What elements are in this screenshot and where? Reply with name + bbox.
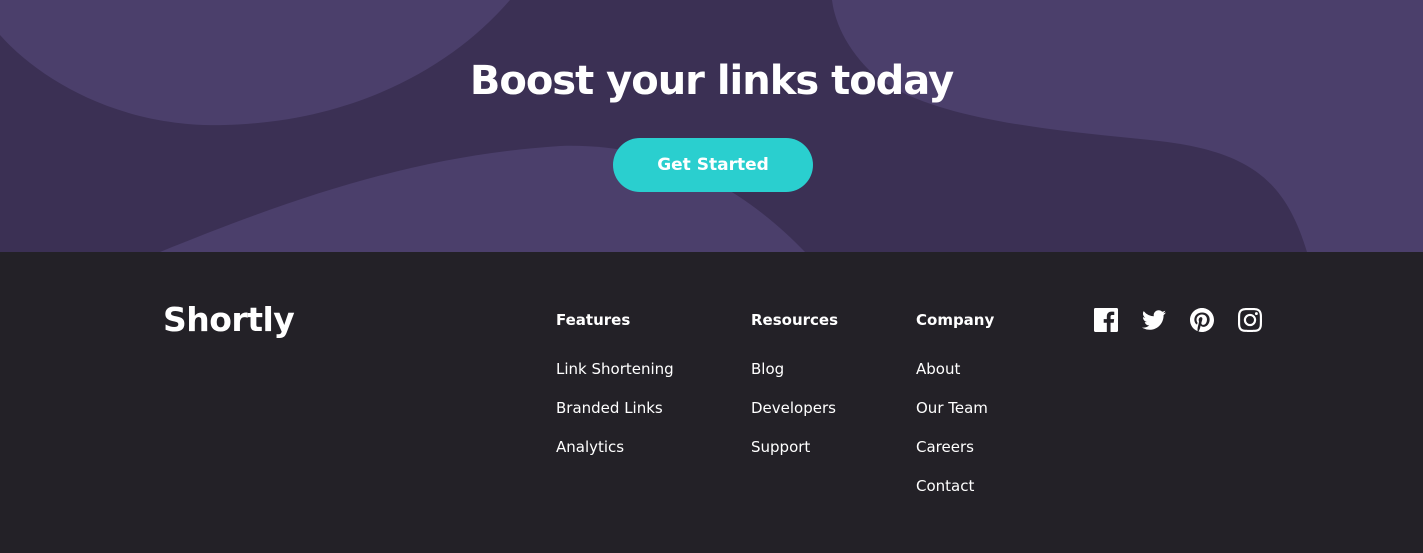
column-heading: Company (916, 311, 995, 329)
link-list: About Our Team Careers Contact (916, 359, 994, 515)
facebook-icon[interactable] (1094, 308, 1118, 332)
list-item: Branded Links (556, 398, 674, 437)
footer-link-developers[interactable]: Developers (751, 399, 836, 417)
footer-link-careers[interactable]: Careers (916, 438, 974, 456)
boost-section: Boost your links today Get Started (0, 0, 1423, 252)
instagram-icon[interactable] (1238, 308, 1262, 332)
boost-title: Boost your links today (469, 58, 954, 104)
column-heading: Resources (751, 311, 839, 329)
list-item: Developers (751, 398, 838, 437)
social-links (1094, 308, 1262, 332)
background-pattern (0, 0, 1423, 252)
brand-logo[interactable]: Shortly (163, 300, 295, 340)
footer-link-blog[interactable]: Blog (751, 360, 784, 378)
list-item: Analytics (556, 437, 674, 476)
footer-link-contact[interactable]: Contact (916, 477, 974, 495)
footer-column-resources: Resources Blog Developers Support (751, 310, 838, 476)
list-item: Careers (916, 437, 994, 476)
list-item: Contact (916, 476, 994, 515)
footer-link-link-shortening[interactable]: Link Shortening (556, 360, 674, 378)
footer-column-company: Company About Our Team Careers Contact (916, 310, 994, 515)
footer: Shortly Features Link Shortening Branded… (0, 252, 1423, 553)
list-item: Support (751, 437, 838, 476)
footer-link-analytics[interactable]: Analytics (556, 438, 624, 456)
link-list: Blog Developers Support (751, 359, 838, 476)
footer-column-features: Features Link Shortening Branded Links A… (556, 310, 674, 476)
footer-link-branded-links[interactable]: Branded Links (556, 399, 663, 417)
pinterest-icon[interactable] (1190, 308, 1214, 332)
footer-link-support[interactable]: Support (751, 438, 810, 456)
twitter-icon[interactable] (1142, 308, 1166, 332)
column-heading: Features (556, 311, 631, 329)
list-item: Link Shortening (556, 359, 674, 398)
link-list: Link Shortening Branded Links Analytics (556, 359, 674, 476)
footer-link-about[interactable]: About (916, 360, 960, 378)
get-started-button[interactable]: Get Started (613, 138, 813, 192)
list-item: Blog (751, 359, 838, 398)
list-item: About (916, 359, 994, 398)
footer-link-our-team[interactable]: Our Team (916, 399, 988, 417)
list-item: Our Team (916, 398, 994, 437)
